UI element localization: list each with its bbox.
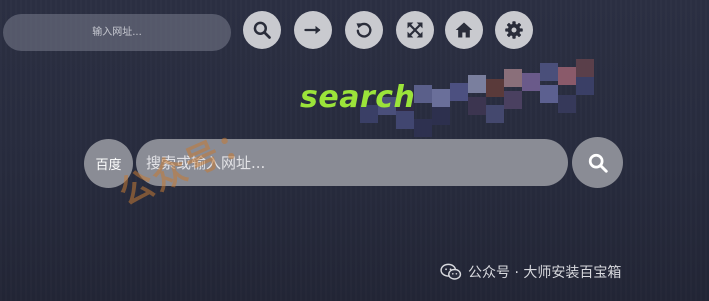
refresh-button[interactable] bbox=[345, 11, 383, 49]
gear-icon bbox=[505, 21, 523, 39]
address-input[interactable] bbox=[3, 13, 231, 52]
search-submit-button[interactable] bbox=[572, 137, 623, 188]
wechat-icon bbox=[440, 263, 462, 280]
toolbar-search-button[interactable] bbox=[243, 11, 281, 49]
home-icon bbox=[455, 22, 473, 38]
fullscreen-button[interactable] bbox=[396, 11, 434, 49]
footer-watermark-text: 公众号 · 大师安装百宝箱 bbox=[468, 265, 622, 281]
footer-watermark: 公众号 · 大师安装百宝箱 bbox=[440, 262, 621, 282]
search-icon bbox=[253, 21, 271, 39]
arrow-right-icon bbox=[304, 25, 321, 35]
fullscreen-icon bbox=[407, 22, 423, 38]
home-button[interactable] bbox=[445, 11, 483, 49]
go-button[interactable] bbox=[294, 11, 332, 49]
address-bar[interactable] bbox=[3, 13, 231, 52]
refresh-icon bbox=[356, 22, 372, 38]
logo-text: search bbox=[300, 80, 416, 115]
diagonal-watermark: 公众号： bbox=[113, 118, 262, 214]
search-icon bbox=[588, 153, 608, 173]
settings-button[interactable] bbox=[495, 11, 533, 49]
